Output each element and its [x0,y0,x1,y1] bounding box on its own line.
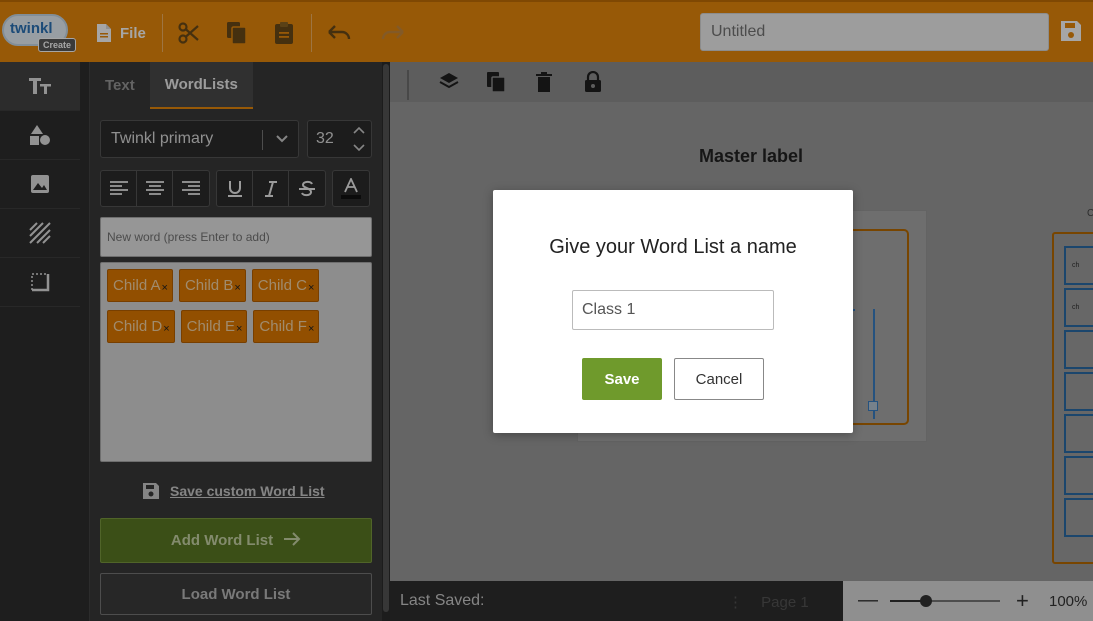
dialog-title: Give your Word List a name [549,236,797,258]
wordlist-name-dialog: Give your Word List a name Save Cancel [493,190,853,433]
dialog-save-button[interactable]: Save [582,358,662,400]
wordlist-name-input[interactable] [572,290,774,330]
dialog-cancel-button[interactable]: Cancel [674,358,764,400]
